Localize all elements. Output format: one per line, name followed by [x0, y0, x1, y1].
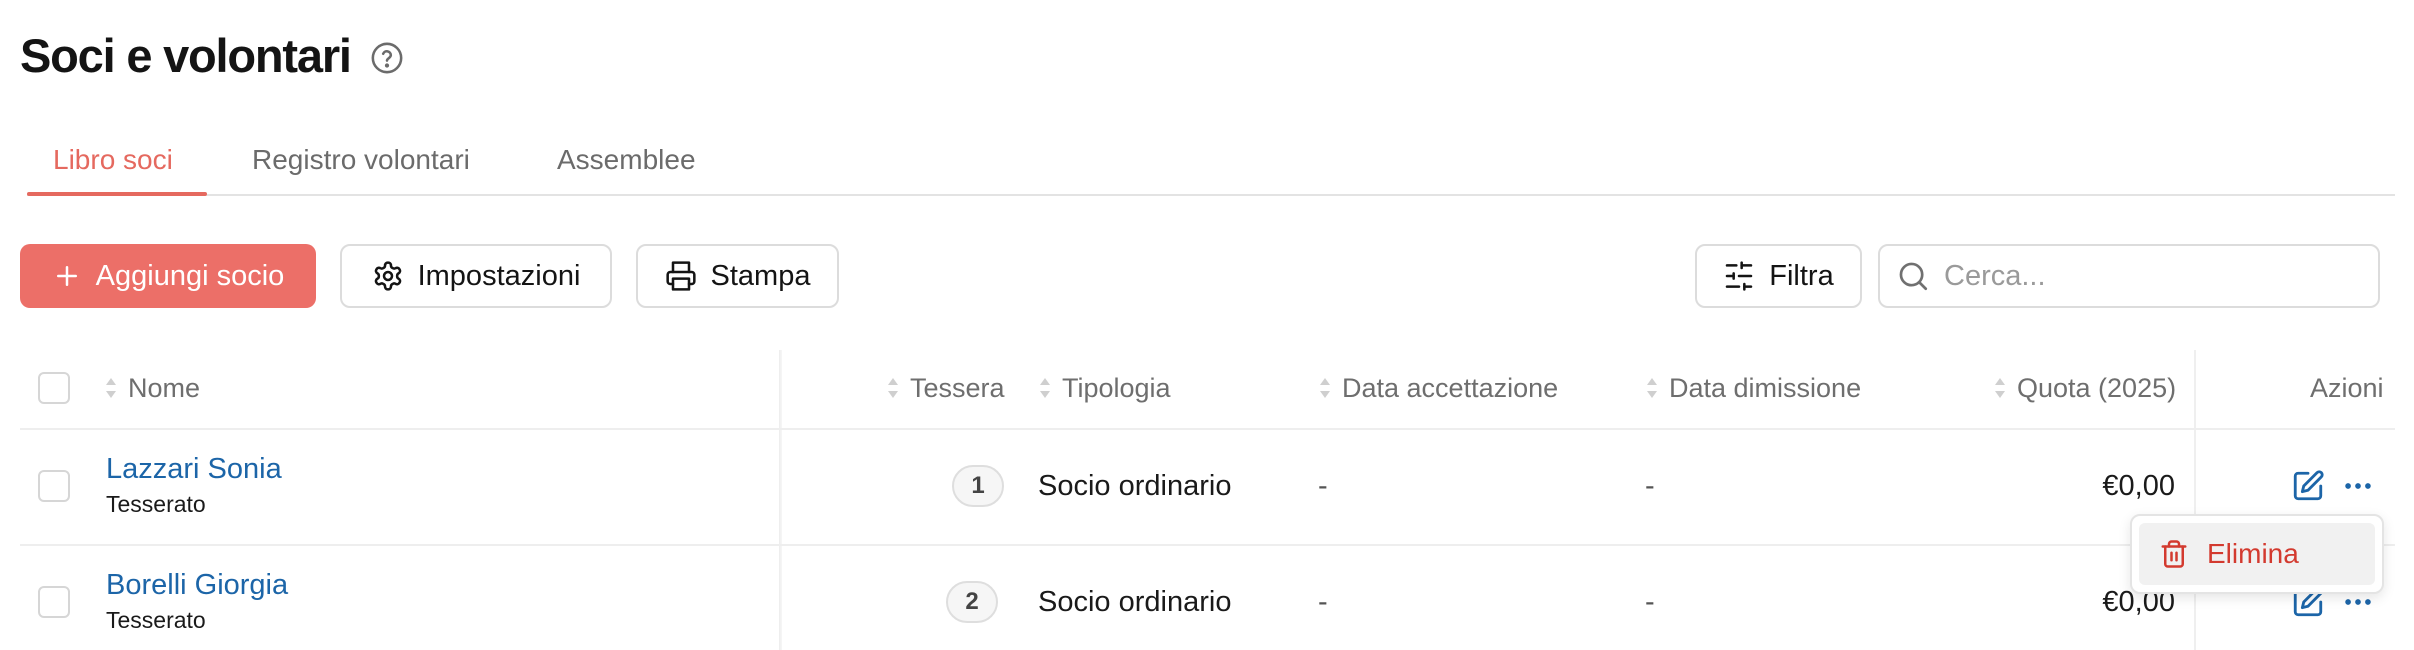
search-box — [1878, 244, 2380, 308]
more-options-icon[interactable] — [2338, 466, 2378, 506]
resignation-date: - — [1645, 586, 1655, 618]
column-header-tessera[interactable]: Tessera — [886, 370, 1005, 406]
column-header-data-dimissione[interactable]: Data dimissione — [1645, 370, 1861, 406]
add-member-button[interactable]: Aggiungi socio — [20, 244, 316, 308]
print-label: Stampa — [710, 259, 811, 292]
page-header: Soci e volontari — [20, 28, 405, 84]
row-checkbox[interactable] — [38, 586, 70, 618]
sort-icon — [888, 378, 898, 398]
filter-label: Filtra — [1769, 259, 1834, 292]
sort-icon — [1320, 378, 1330, 398]
acceptance-date: - — [1318, 470, 1328, 502]
sort-icon — [1647, 378, 1657, 398]
help-icon[interactable] — [369, 40, 405, 76]
sliders-icon — [1725, 261, 1753, 291]
page-title: Soci e volontari — [20, 29, 352, 82]
member-status: Tesserato — [106, 607, 206, 633]
card-number-badge: 1 — [952, 465, 1004, 507]
members-table: Nome Tessera Tipologia Data accettazione… — [20, 350, 2395, 650]
sort-icon — [1040, 378, 1050, 398]
printer-icon — [665, 261, 696, 291]
row-divider — [20, 544, 2395, 546]
column-divider-pinned — [779, 350, 782, 650]
resignation-date: - — [1645, 470, 1655, 502]
column-header-tipologia[interactable]: Tipologia — [1038, 370, 1171, 406]
search-icon — [1899, 262, 1928, 291]
plus-icon — [56, 266, 77, 286]
column-header-nome[interactable]: Nome — [104, 370, 200, 406]
sort-icon — [106, 378, 116, 398]
delete-menu-item[interactable]: Elimina — [2139, 523, 2375, 585]
add-member-label: Aggiungi socio — [95, 259, 285, 292]
column-header-quota[interactable]: Quota (2025) — [1993, 370, 2176, 406]
header-divider — [20, 428, 2395, 430]
row-actions-menu: Elimina — [2130, 514, 2384, 594]
member-name-link[interactable]: Borelli Giorgia — [106, 568, 288, 602]
row-checkbox[interactable] — [38, 470, 70, 502]
gear-icon — [374, 261, 401, 291]
trash-icon — [2161, 540, 2187, 568]
column-header-azioni: Azioni — [2310, 373, 2384, 403]
member-status: Tesserato — [106, 491, 206, 517]
filter-button[interactable]: Filtra — [1695, 244, 1862, 308]
member-type: Socio ordinario — [1038, 586, 1232, 618]
settings-button[interactable]: Impostazioni — [340, 244, 612, 308]
search-input[interactable] — [1944, 259, 2364, 293]
print-button[interactable]: Stampa — [636, 244, 839, 308]
settings-label: Impostazioni — [417, 259, 581, 292]
member-type: Socio ordinario — [1038, 470, 1232, 502]
column-divider-actions — [2194, 350, 2196, 650]
edit-icon[interactable] — [2288, 466, 2328, 506]
fee-amount: €0,00 — [2102, 470, 2175, 502]
tab-registro-volontari[interactable]: Registro volontari — [252, 142, 470, 178]
member-name-link[interactable]: Lazzari Sonia — [106, 452, 282, 486]
tab-bar: Libro soci Registro volontari Assemblee — [27, 132, 2395, 196]
acceptance-date: - — [1318, 586, 1328, 618]
sort-icon — [1995, 378, 2005, 398]
tab-assemblee[interactable]: Assemblee — [557, 142, 696, 178]
select-all-checkbox[interactable] — [38, 372, 70, 404]
column-header-data-accettazione[interactable]: Data accettazione — [1318, 370, 1558, 406]
active-tab-indicator — [27, 192, 207, 196]
delete-label: Elimina — [2207, 538, 2299, 569]
card-number-badge: 2 — [946, 581, 998, 623]
tab-libro-soci[interactable]: Libro soci — [53, 142, 173, 178]
